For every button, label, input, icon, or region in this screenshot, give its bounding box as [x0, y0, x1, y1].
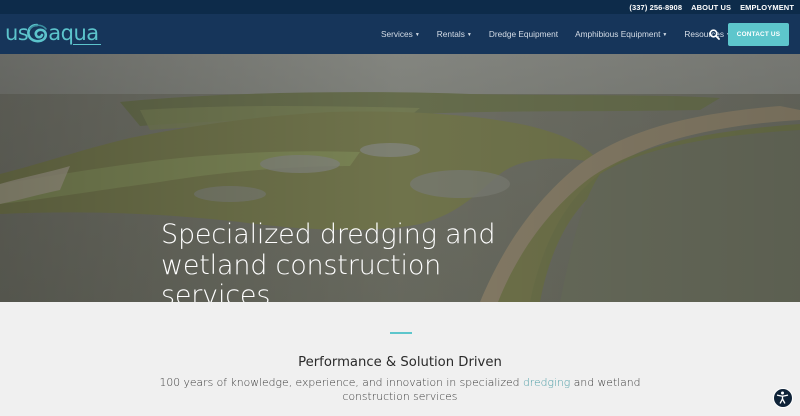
logo-wordmark: us aqua	[5, 20, 99, 46]
accessibility-button[interactable]	[773, 388, 793, 408]
section-title: Performance & Solution Driven	[298, 355, 502, 370]
nav-item-label: Rentals	[436, 29, 465, 39]
logo-text-us: us	[5, 21, 29, 45]
main-nav: us aqua Services ▼ Rentals ▼ Dredge Equip…	[0, 14, 800, 54]
chevron-down-icon: ▼	[662, 31, 668, 38]
top-utility-bar: (337) 256-8908 ABOUT US EMPLOYMENT	[0, 0, 800, 14]
chevron-down-icon: ▼	[466, 31, 472, 38]
contact-us-label: CONTACT US	[736, 31, 781, 38]
hero-title: Specialized dredging and wetland constru…	[161, 219, 496, 302]
employment-link[interactable]: EMPLOYMENT	[740, 3, 794, 12]
nav-item-label: Amphibious Equipment	[575, 29, 661, 39]
intro-section: Performance & Solution Driven 100 years …	[0, 302, 800, 416]
dredging-link[interactable]: dredging	[523, 376, 570, 389]
contact-us-button[interactable]: CONTACT US	[728, 23, 789, 46]
nav-item-label: Dredge Equipment	[488, 29, 559, 39]
nav-item-dredge-equipment[interactable]: Dredge Equipment	[489, 29, 558, 39]
accent-divider	[390, 332, 412, 334]
search-icon[interactable]	[709, 29, 720, 40]
logo-underline	[73, 44, 101, 45]
nav-item-amphibious-equipment[interactable]: Amphibious Equipment ▼	[575, 29, 667, 39]
about-us-link[interactable]: ABOUT US	[691, 3, 731, 12]
subtitle-text: 100 years of knowledge, experience, and …	[159, 376, 523, 389]
site-logo[interactable]: us aqua	[5, 20, 101, 48]
wave-logo-icon	[27, 23, 48, 43]
hero-banner: Specialized dredging and wetland constru…	[0, 54, 800, 302]
nav-menu: Services ▼ Rentals ▼ Dredge Equipment Am…	[381, 14, 731, 54]
accessibility-icon	[776, 391, 789, 404]
nav-item-resources[interactable]: Resources ▼	[684, 29, 731, 39]
nav-item-services[interactable]: Services ▼	[381, 29, 420, 39]
logo-text-aqua: aqua	[48, 21, 99, 45]
phone-link[interactable]: (337) 256-8908	[629, 3, 682, 12]
nav-item-rentals[interactable]: Rentals ▼	[437, 29, 472, 39]
nav-item-label: Services	[381, 29, 413, 39]
section-subtitle: 100 years of knowledge, experience, and …	[150, 376, 650, 403]
chevron-down-icon: ▼	[414, 31, 420, 38]
